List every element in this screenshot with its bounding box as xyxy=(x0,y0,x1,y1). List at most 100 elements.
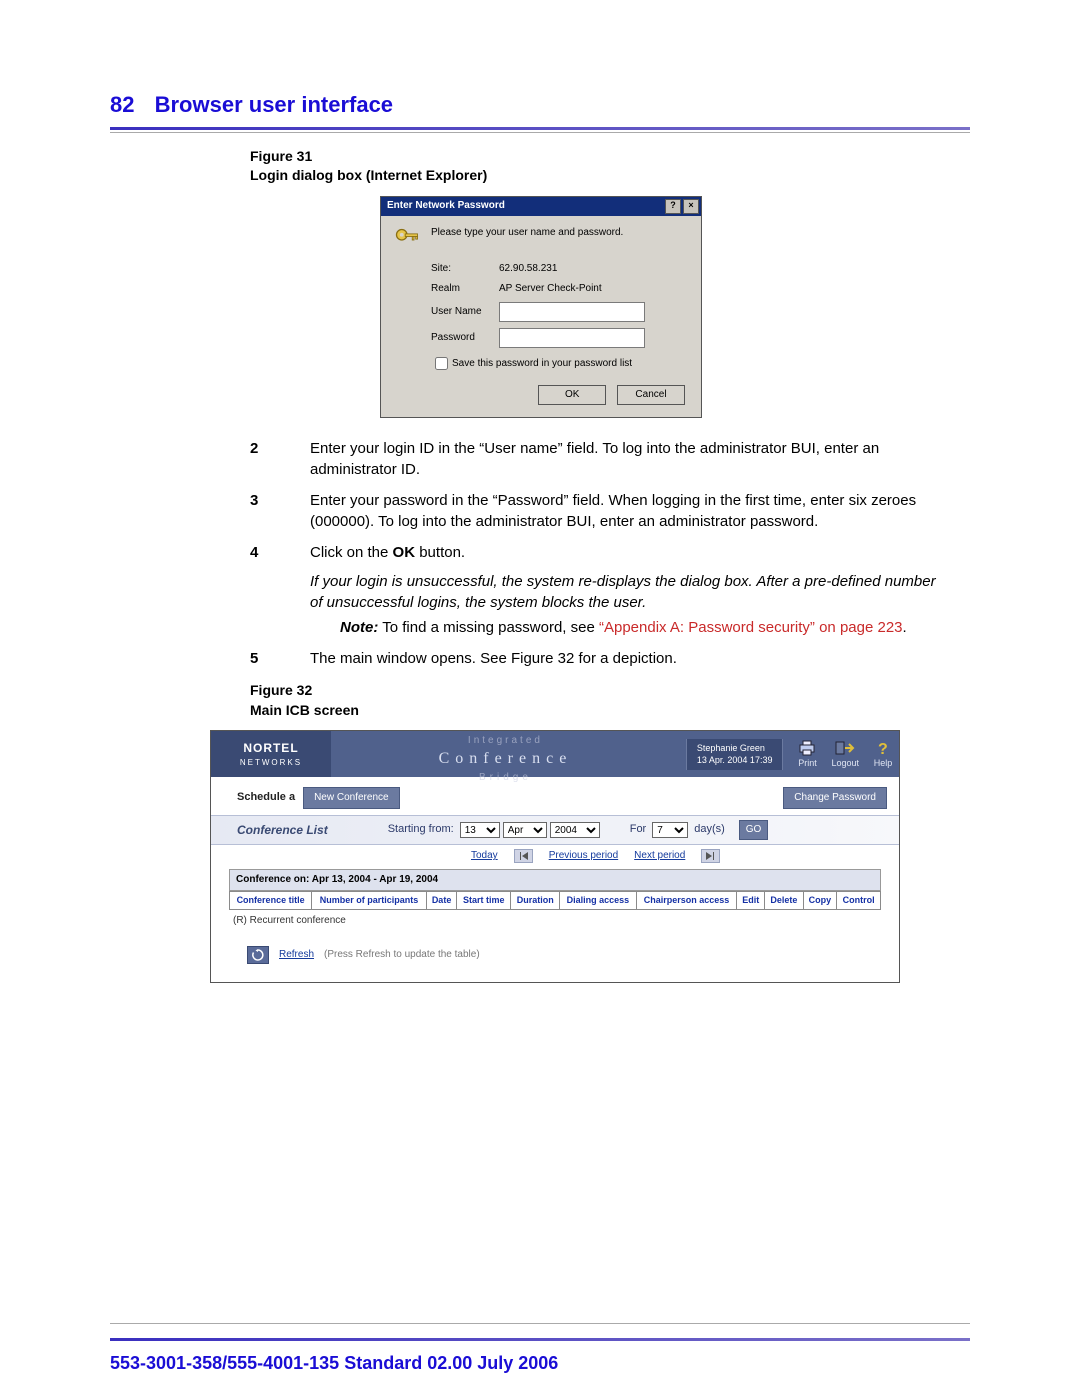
logout-icon xyxy=(835,739,855,757)
cancel-button[interactable]: Cancel xyxy=(617,385,685,405)
page-footer: 553-3001-358/555-4001-135 Standard 02.00… xyxy=(110,1351,970,1376)
icb-main-screen: NORTEL NETWORKS Integrated Conference Br… xyxy=(210,730,900,983)
password-input[interactable] xyxy=(499,328,645,348)
note-link: “Appendix A: Password security” on page … xyxy=(599,619,903,636)
page-header: 82 Browser user interface xyxy=(110,90,970,121)
conference-list-title: Conference List xyxy=(237,822,328,839)
dialog-intro: Please type your user name and password. xyxy=(431,226,623,240)
page-title: Browser user interface xyxy=(155,92,393,117)
banner-upper: Integrated xyxy=(331,731,680,748)
brand-line1: NORTEL xyxy=(240,740,302,757)
col-edit: Edit xyxy=(737,892,765,910)
refresh-link[interactable]: Refresh xyxy=(279,948,314,962)
step4-post: button. xyxy=(415,544,465,561)
user-time: 13 Apr. 2004 17:39 xyxy=(697,754,773,767)
help-icon: ? xyxy=(873,739,893,757)
footer-rule-thick xyxy=(110,1338,970,1341)
figure32-caption-line1: Figure 32 xyxy=(250,682,312,698)
conference-range-title: Conference on: Apr 13, 2004 - Apr 19, 20… xyxy=(229,869,881,891)
logout-label: Logout xyxy=(831,757,859,770)
conference-table: Conference title Number of participants … xyxy=(229,891,881,910)
help-label: Help xyxy=(874,757,893,770)
for-label: For xyxy=(630,822,647,837)
month-select[interactable]: Apr xyxy=(503,822,547,838)
banner-lower: Bridge xyxy=(331,771,680,785)
step5-number: 5 xyxy=(250,648,310,669)
col-copy: Copy xyxy=(803,892,837,910)
username-label: User Name xyxy=(431,305,499,319)
site-value: 62.90.58.231 xyxy=(499,263,557,274)
step4-number: 4 xyxy=(250,542,310,638)
user-name: Stephanie Green xyxy=(697,742,773,755)
icb-nav-row: Today Previous period Next period xyxy=(211,845,899,869)
today-link[interactable]: Today xyxy=(471,849,498,863)
logout-button[interactable]: Logout xyxy=(831,739,859,770)
help-button[interactable]: ? Help xyxy=(873,739,893,770)
step2-number: 2 xyxy=(250,438,310,480)
ok-button[interactable]: OK xyxy=(538,385,606,405)
col-start: Start time xyxy=(457,892,511,910)
footer-rule-thin xyxy=(110,1323,970,1324)
note-block: Note: To find a missing password, see “A… xyxy=(340,617,950,638)
print-icon xyxy=(797,739,817,757)
print-label: Print xyxy=(798,757,817,770)
figure31-caption: Figure 31 Login dialog box (Internet Exp… xyxy=(250,147,950,186)
note-label: Note: xyxy=(340,619,378,636)
day-select[interactable]: 13 xyxy=(460,822,500,838)
site-label: Site: xyxy=(431,262,499,276)
step2-text: Enter your login ID in the “User name” f… xyxy=(310,438,950,480)
previous-period-link[interactable]: Previous period xyxy=(549,849,618,863)
note-text: To find a missing password, see xyxy=(378,619,599,636)
change-password-button[interactable]: Change Password xyxy=(783,787,887,809)
username-input[interactable] xyxy=(499,302,645,322)
days-select[interactable]: 7 xyxy=(652,822,688,838)
close-icon[interactable]: × xyxy=(683,199,699,214)
page-number: 82 xyxy=(110,92,134,117)
save-password-checkbox[interactable] xyxy=(435,357,448,370)
banner-mid: Conference xyxy=(331,748,680,770)
nortel-logo: NORTEL NETWORKS xyxy=(211,731,331,777)
next-arrow-icon[interactable] xyxy=(701,849,720,863)
realm-label: Realm xyxy=(431,282,499,296)
prev-arrow-icon[interactable] xyxy=(514,849,533,863)
step4-text: Click on the OK button. If your login is… xyxy=(310,542,950,638)
col-chair: Chairperson access xyxy=(636,892,737,910)
help-icon[interactable]: ? xyxy=(665,199,681,214)
days-label: day(s) xyxy=(694,822,725,837)
recurrent-footnote: (R) Recurrent conference xyxy=(229,910,881,928)
next-period-link[interactable]: Next period xyxy=(634,849,685,863)
step4-italic: If your login is unsuccessful, the syste… xyxy=(310,571,950,613)
key-icon xyxy=(393,226,421,254)
print-button[interactable]: Print xyxy=(797,739,817,770)
col-title: Conference title xyxy=(230,892,312,910)
step3-text: Enter your password in the “Password” fi… xyxy=(310,490,950,532)
svg-text:?: ? xyxy=(878,741,888,756)
user-info-box: Stephanie Green 13 Apr. 2004 17:39 xyxy=(686,739,784,770)
brand-line2: NETWORKS xyxy=(240,757,302,768)
step5-text: The main window opens. See Figure 32 for… xyxy=(310,648,677,669)
col-dialing: Dialing access xyxy=(560,892,636,910)
save-password-label: Save this password in your password list xyxy=(452,358,632,369)
refresh-icon[interactable] xyxy=(247,946,269,964)
icb-filter-row: Conference List Starting from: 13 Apr 20… xyxy=(211,815,899,845)
year-select[interactable]: 2004 xyxy=(550,822,600,838)
step4-bold: OK xyxy=(393,544,416,561)
header-rule-thick xyxy=(110,127,970,130)
dialog-title: Enter Network Password xyxy=(387,199,505,213)
dialog-titlebar: Enter Network Password ? × xyxy=(381,197,701,216)
new-conference-button[interactable]: New Conference xyxy=(303,787,399,809)
password-label: Password xyxy=(431,331,499,345)
note-dot: . xyxy=(903,619,907,636)
step3-number: 3 xyxy=(250,490,310,532)
login-dialog: Enter Network Password ? × Please type y… xyxy=(380,196,702,418)
figure32-caption: Figure 32 Main ICB screen xyxy=(250,681,950,720)
schedule-a-label: Schedule a xyxy=(237,790,295,805)
figure31-caption-line2: Login dialog box (Internet Explorer) xyxy=(250,167,487,183)
col-control: Control xyxy=(837,892,881,910)
figure31-caption-line1: Figure 31 xyxy=(250,148,312,164)
realm-value: AP Server Check-Point xyxy=(499,283,602,294)
icb-banner: Integrated Conference Bridge xyxy=(331,731,680,777)
go-button[interactable]: GO xyxy=(739,820,769,840)
col-duration: Duration xyxy=(511,892,560,910)
col-participants: Number of participants xyxy=(312,892,427,910)
